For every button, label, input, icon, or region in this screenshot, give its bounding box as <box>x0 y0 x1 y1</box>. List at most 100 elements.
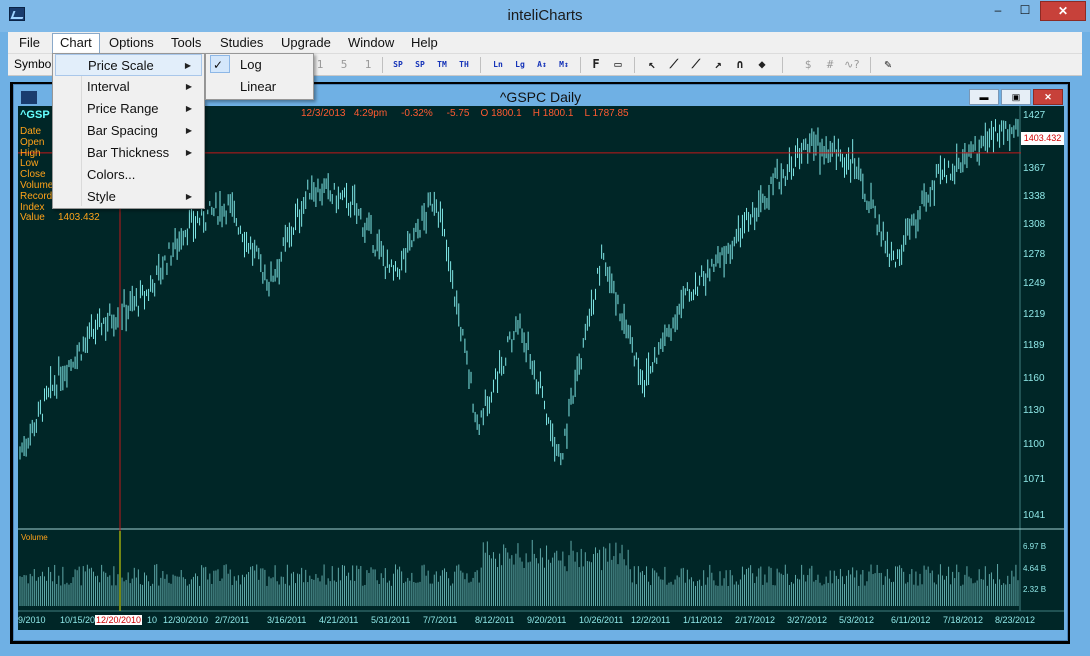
date-label: 2/17/2012 <box>735 615 776 625</box>
menu-price-range-label: Price Range <box>87 101 159 116</box>
price-tick: 1338 <box>1023 191 1046 202</box>
info-panel: Date Open High Low Close Volume Record I… <box>20 126 100 224</box>
magnet-icon[interactable]: ∩ <box>730 56 750 74</box>
date-label: 7/18/2012 <box>943 615 984 625</box>
menu-chart[interactable]: Chart <box>52 33 100 54</box>
submenu-arrow-icon: ▶ <box>185 104 192 113</box>
maximize-button[interactable]: ☐ <box>1012 1 1038 21</box>
date-label: 10 <box>147 615 158 625</box>
date-label: 9/2010 <box>18 615 46 625</box>
th-icon[interactable]: TH <box>454 56 474 74</box>
price-scale-submenu: ✓ Log Linear <box>205 53 314 100</box>
date-label: 8/23/2012 <box>995 615 1036 625</box>
date-label: 5/3/2012 <box>839 615 875 625</box>
menu-price-range[interactable]: Price Range ▶ <box>55 98 202 120</box>
line-tool-icon[interactable]: ⟋ <box>664 56 684 74</box>
menu-scale-linear[interactable]: Linear <box>208 76 311 98</box>
chart-dropdown-menu: Price Scale ▶ Interval ▶ Price Range ▶ Bar … <box>52 53 205 209</box>
submenu-arrow-icon: ▶ <box>185 148 192 157</box>
menu-file[interactable]: File <box>12 34 47 53</box>
price-tick: 1219 <box>1023 309 1046 320</box>
menu-upgrade[interactable]: Upgrade <box>274 34 338 53</box>
cursor-price-label: 1403.432 <box>1021 132 1064 145</box>
date-label: 10/15/20 <box>60 615 96 625</box>
sp-right-icon[interactable]: SP <box>410 56 430 74</box>
ray-tool-icon[interactable]: ⟋ <box>686 56 706 74</box>
date-label: 8/12/2011 <box>475 615 515 625</box>
price-tick: 1308 <box>1023 219 1046 230</box>
date-label: 3/27/2012 <box>787 615 828 625</box>
dollar-icon[interactable]: $ <box>798 56 818 74</box>
date-label: 6/11/2012 <box>891 615 931 625</box>
menu-colors-label: Colors... <box>87 167 136 182</box>
title-bar[interactable]: inteliCharts ‒ ☐ ✕ <box>0 0 1090 32</box>
date-label: 7/7/2011 <box>423 615 458 625</box>
date-label: 10/26/2011 <box>579 615 624 625</box>
menu-studies[interactable]: Studies <box>213 34 270 53</box>
date-label: 2/7/2011 <box>215 615 250 625</box>
price-tick: 1130 <box>1023 405 1045 416</box>
menu-tools[interactable]: Tools <box>164 34 208 53</box>
menu-bar-thickness[interactable]: Bar Thickness ▶ <box>55 142 202 164</box>
menu-window[interactable]: Window <box>341 34 401 53</box>
submenu-arrow-icon: ▶ <box>185 126 192 135</box>
menu-bar-spacing[interactable]: Bar Spacing ▶ <box>55 120 202 142</box>
price-tick: 1367 <box>1023 163 1046 174</box>
chart-maximize-button[interactable]: ▣ <box>1001 89 1031 105</box>
info-value-value: 1403.432 <box>58 212 100 224</box>
eraser-box-icon[interactable]: ▭ <box>608 56 628 74</box>
price-tick: 1278 <box>1023 249 1046 260</box>
volume-label: Volume <box>21 533 48 542</box>
toolbar-separator <box>634 57 635 73</box>
quote-line: 12/3/2013 4:29pm -0.32% -5.75 O 1800.1 H… <box>301 108 629 119</box>
price-tick: 1100 <box>1023 439 1045 450</box>
lg-scale-icon[interactable]: Lg <box>510 56 530 74</box>
tm-icon[interactable]: TM <box>432 56 452 74</box>
toolbar-separator <box>480 57 481 73</box>
wave-icon[interactable]: ∿? <box>842 56 862 74</box>
menu-bar-spacing-label: Bar Spacing <box>87 123 158 138</box>
close-button[interactable]: ✕ <box>1040 1 1086 21</box>
info-index-label: Index <box>20 201 45 213</box>
app-window: inteliCharts ‒ ☐ ✕ File Chart Options To… <box>0 0 1090 656</box>
eraser-icon[interactable]: ◆ <box>752 56 772 74</box>
minimize-button[interactable]: ‒ <box>985 1 1011 21</box>
f-button-icon[interactable]: F <box>586 56 606 74</box>
menu-options[interactable]: Options <box>102 34 161 53</box>
submenu-arrow-icon: ▶ <box>185 192 192 201</box>
menu-style[interactable]: Style ▶ <box>55 186 202 208</box>
menu-colors[interactable]: Colors... <box>55 164 202 186</box>
toolbar-digit-1b[interactable]: 1 <box>358 56 378 74</box>
date-label: 1/11/2012 <box>683 615 723 625</box>
menu-price-scale[interactable]: Price Scale ▶ <box>55 54 202 76</box>
chart-minimize-button[interactable]: ▬ <box>969 89 999 105</box>
edit-note-icon[interactable]: ✎ <box>878 56 898 74</box>
price-tick: 1249 <box>1023 278 1046 289</box>
date-label: 12/2/2011 <box>631 615 671 625</box>
menu-interval-label: Interval <box>87 79 130 94</box>
info-open-label: Open <box>20 136 45 148</box>
a-scale-icon[interactable]: A↕ <box>532 56 552 74</box>
pointer-icon[interactable]: ↖ <box>642 56 662 74</box>
sp-left-icon[interactable]: SP <box>388 56 408 74</box>
menu-scale-log[interactable]: ✓ Log <box>208 54 311 76</box>
ln-scale-icon[interactable]: Ln <box>488 56 508 74</box>
submenu-arrow-icon: ▶ <box>185 82 192 91</box>
toolbar-separator <box>382 57 383 73</box>
price-tick: 1071 <box>1023 474 1046 485</box>
arrow-tool-icon[interactable]: ↗ <box>708 56 728 74</box>
chart-close-button[interactable]: ✕ <box>1033 89 1063 105</box>
m-scale-icon[interactable]: M↕ <box>554 56 574 74</box>
toolbar-separator <box>580 57 581 73</box>
menu-interval[interactable]: Interval ▶ <box>55 76 202 98</box>
hash-icon[interactable]: # <box>820 56 840 74</box>
price-tick: 1041 <box>1023 510 1046 521</box>
volume-tick: 2.32 B <box>1023 585 1047 594</box>
date-label: 3/16/2011 <box>267 615 307 625</box>
menu-bar: File Chart Options Tools Studies Upgrade… <box>8 32 1082 54</box>
date-label: 9/20/2011 <box>527 615 567 625</box>
menu-help[interactable]: Help <box>404 34 445 53</box>
symbol-label: Symbol <box>14 57 55 71</box>
menu-scale-log-label: Log <box>240 57 262 72</box>
toolbar-digit-5[interactable]: 5 <box>334 56 354 74</box>
